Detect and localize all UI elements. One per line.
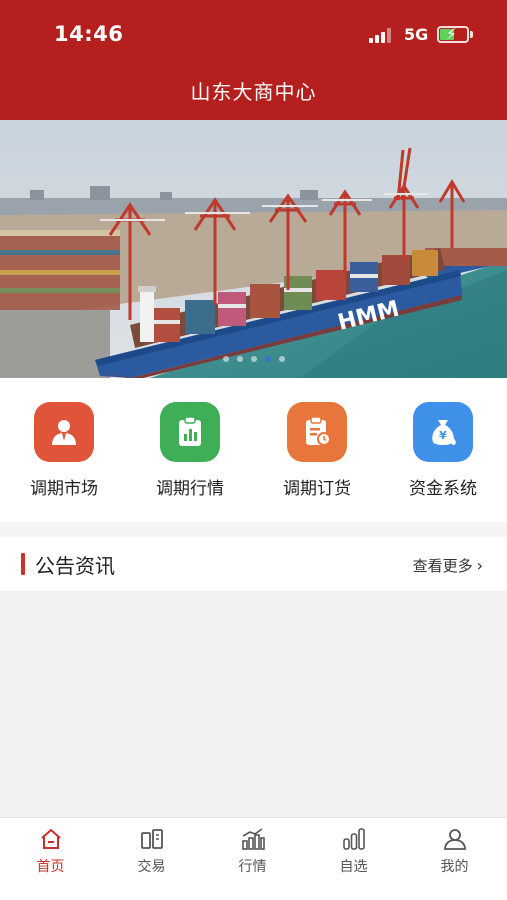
view-more-link[interactable]: 查看更多 › [413,555,483,576]
battery-cap [470,31,473,38]
tab-watchlist[interactable]: 自选 [303,826,404,876]
tab-trade[interactable]: 交易 [101,826,202,876]
quick-item-order[interactable]: 调期订货 [267,402,367,499]
tab-label: 我的 [440,859,469,875]
signal-icon [369,28,393,43]
profile-icon [443,829,466,850]
market-icon [241,828,265,850]
quick-menu: 调期市场 调期行情 调期订货 ¥ 资金系统 [0,378,507,522]
bottom-tab-bar: 首页 交易 行情 自选 我的 [0,817,507,900]
banner-carousel[interactable]: HMM [0,120,507,378]
quick-item-label: 资金系统 [409,479,477,499]
tab-home[interactable]: 首页 [0,826,101,876]
carousel-indicator[interactable] [0,356,507,362]
network-type: 5G [404,25,429,44]
watchlist-icon [342,828,365,850]
tab-label: 交易 [137,859,166,875]
tab-label: 自选 [339,859,368,875]
notice-list [0,591,507,817]
quick-item-funds[interactable]: ¥ 资金系统 [393,402,493,499]
quick-item-quotes[interactable]: 调期行情 [140,402,240,499]
chart-clipboard-icon [160,402,220,462]
trade-icon [140,829,163,849]
order-clipboard-icon [287,402,347,462]
quick-item-label: 调期行情 [156,479,224,499]
status-bar: 14:46 5G ⚡ [0,0,507,70]
tab-label: 首页 [36,859,65,875]
section-marker [21,553,25,575]
battery-icon: ⚡ [437,25,469,43]
home-icon [40,829,61,849]
person-icon [34,402,94,462]
status-time: 14:46 [54,22,124,46]
tab-profile[interactable]: 我的 [404,826,505,876]
svg-text:¥: ¥ [439,429,447,442]
quick-item-label: 调期市场 [30,479,98,499]
app-header: 14:46 5G ⚡ 山东大商中心 [0,0,507,120]
port-container-ship-image: HMM [0,120,507,378]
quick-item-label: 调期订货 [283,479,351,499]
tab-market[interactable]: 行情 [202,826,303,876]
tab-label: 行情 [238,859,267,875]
page-title: 山东大商中心 [190,80,317,104]
money-bag-icon: ¥ [413,402,473,462]
notice-section-header: 公告资讯 查看更多 › [0,537,507,591]
chevron-right-icon: › [476,556,483,575]
notice-title: 公告资讯 [35,554,115,578]
view-more-label: 查看更多 [412,557,473,575]
quick-item-market[interactable]: 调期市场 [14,402,114,499]
